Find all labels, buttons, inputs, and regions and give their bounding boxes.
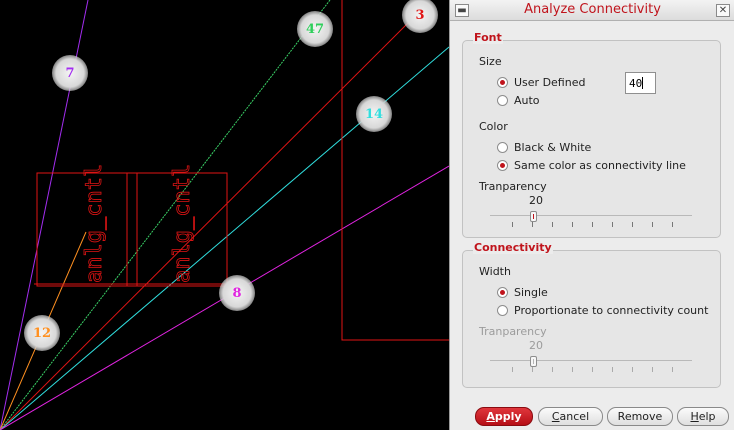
cancel-button[interactable]: Cancel <box>538 407 603 426</box>
font-group: Font <box>462 31 721 238</box>
connectivity-count-badge[interactable]: 12 <box>24 315 60 351</box>
connectivity-transparency-value: 20 <box>529 339 543 352</box>
slider-track <box>490 360 692 361</box>
color-same-as-line-radio[interactable] <box>497 160 508 171</box>
slider-tick <box>632 222 633 227</box>
connectivity-count-badge[interactable]: 14 <box>356 96 392 132</box>
width-proportionate-radio[interactable] <box>497 305 508 316</box>
close-icon[interactable]: ✕ <box>716 4 730 17</box>
slider-tick <box>552 367 553 372</box>
color-same-as-line-label[interactable]: Same color as connectivity line <box>514 159 686 172</box>
width-single-label[interactable]: Single <box>514 286 548 299</box>
title-bar[interactable]: ▬ Analyze Connectivity ✕ <box>450 0 734 21</box>
slider-thumb <box>530 356 537 367</box>
font-transparency-label: Tranparency <box>479 180 547 193</box>
slider-tick <box>512 222 513 227</box>
font-transparency-value: 20 <box>529 194 543 207</box>
slider-tick <box>632 367 633 372</box>
instance-box <box>36 172 228 287</box>
width-proportionate-label[interactable]: Proportionate to connectivity count <box>514 304 708 317</box>
apply-button[interactable]: Apply <box>475 407 533 426</box>
font-size-input[interactable]: 40 <box>625 72 656 94</box>
slider-tick <box>512 367 513 372</box>
slider-tick <box>572 222 573 227</box>
connectivity-count-badge[interactable]: 7 <box>52 55 88 91</box>
block-outline <box>341 0 449 341</box>
slider-tick <box>532 222 533 227</box>
slider-tick <box>652 367 653 372</box>
slider-tick <box>612 367 613 372</box>
size-user-defined-label[interactable]: User Defined <box>514 76 585 89</box>
layout-canvas[interactable]: anlg_cntl anlg_cntl 47 3 7 14 8 12 <box>0 0 449 430</box>
size-label: Size <box>479 55 502 68</box>
width-label: Width <box>479 265 511 278</box>
slider-tick <box>592 222 593 227</box>
slider-track <box>490 215 692 216</box>
connectivity-transparency-label: Tranparency <box>479 325 547 338</box>
help-button[interactable]: Help <box>677 407 729 426</box>
instance-label: anlg_cntl <box>170 164 195 283</box>
slider-tick <box>572 367 573 372</box>
font-transparency-slider[interactable] <box>490 211 692 231</box>
slider-tick <box>672 222 673 227</box>
slider-tick <box>592 367 593 372</box>
connectivity-line-green <box>0 0 331 430</box>
width-single-radio[interactable] <box>497 287 508 298</box>
slider-tick <box>672 367 673 372</box>
analyze-connectivity-dialog: ▬ Analyze Connectivity ✕ Font Size User … <box>449 0 734 430</box>
slider-tick <box>612 222 613 227</box>
remove-button[interactable]: Remove <box>607 407 673 426</box>
slider-tick <box>552 222 553 227</box>
connectivity-transparency-slider <box>490 356 692 376</box>
connectivity-count-badge[interactable]: 47 <box>297 11 333 47</box>
size-auto-label[interactable]: Auto <box>514 94 540 107</box>
slider-tick <box>652 222 653 227</box>
connectivity-group-title: Connectivity <box>473 241 553 254</box>
size-auto-radio[interactable] <box>497 95 508 106</box>
color-label: Color <box>479 120 508 133</box>
connectivity-count-badge[interactable]: 8 <box>219 275 255 311</box>
color-black-white-label[interactable]: Black & White <box>514 141 591 154</box>
slider-tick <box>532 367 533 372</box>
slider-thumb[interactable] <box>530 211 537 222</box>
font-group-title: Font <box>473 31 503 44</box>
instance-label: anlg_cntl <box>82 164 107 283</box>
color-black-white-radio[interactable] <box>497 142 508 153</box>
text-cursor <box>642 77 644 89</box>
size-user-defined-radio[interactable] <box>497 77 508 88</box>
dialog-title: Analyze Connectivity <box>524 2 661 17</box>
